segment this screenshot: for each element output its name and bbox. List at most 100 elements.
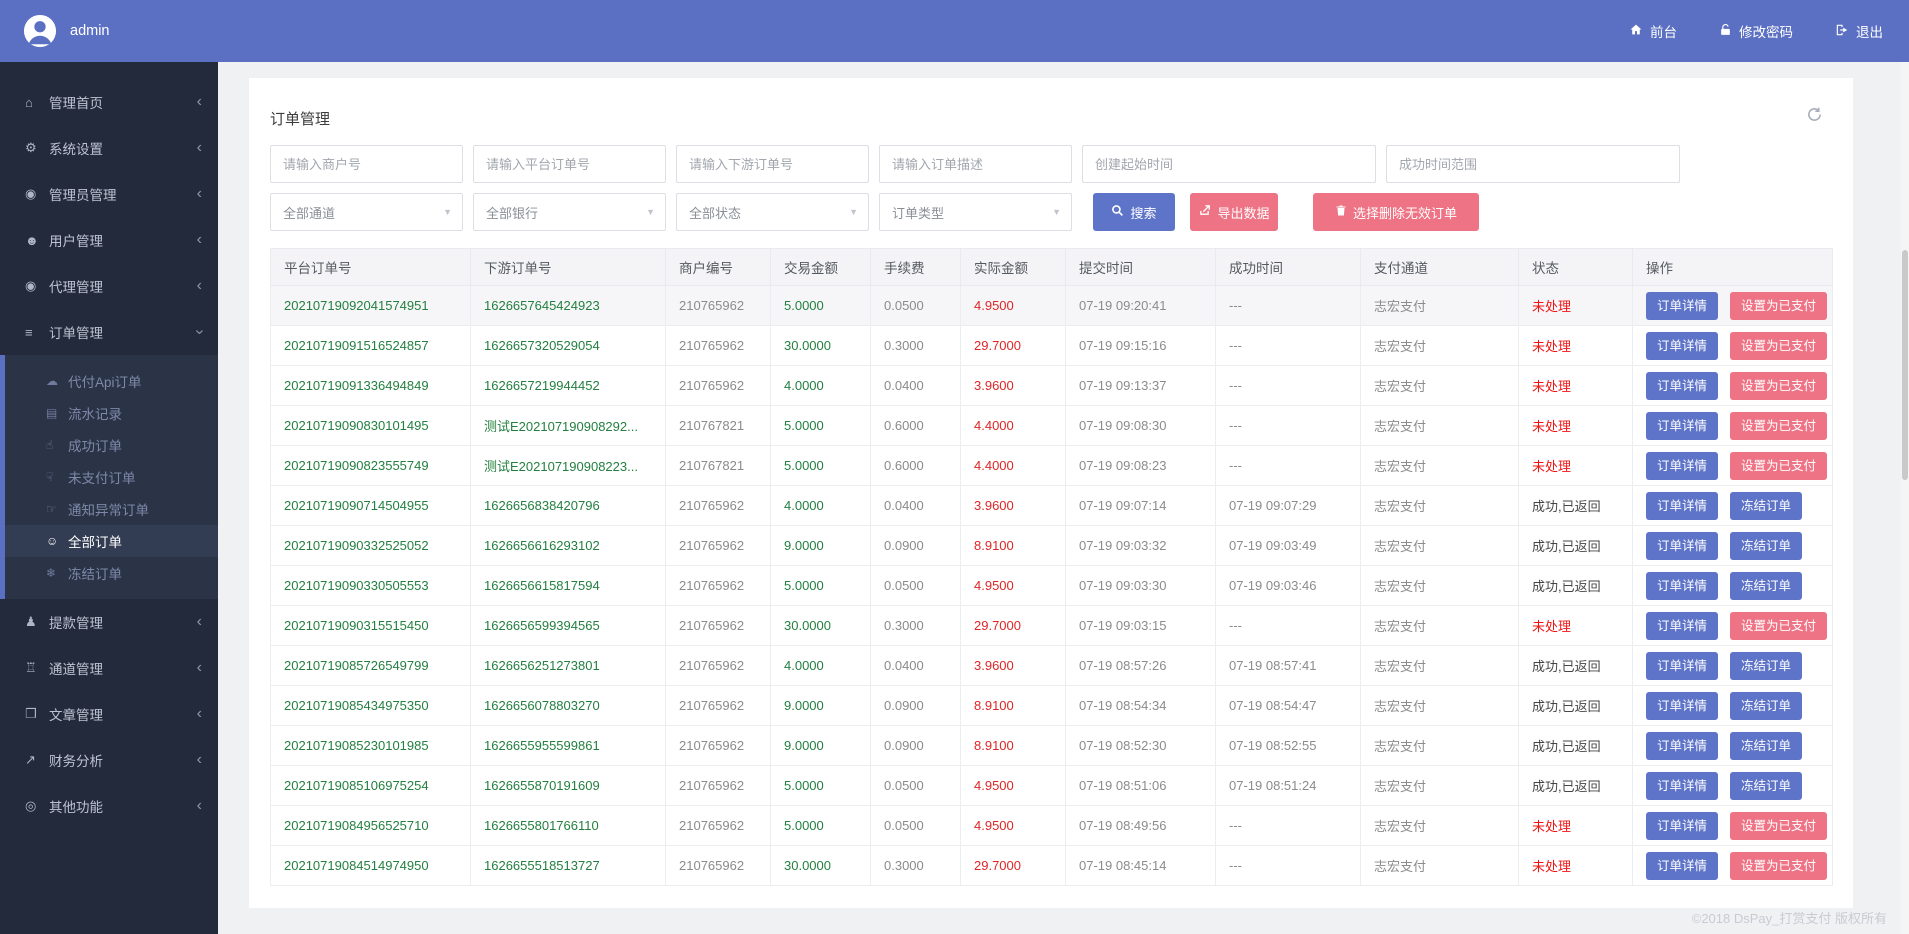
freeze-order-button[interactable]: 冻结订单 (1730, 572, 1802, 600)
platform-order-no: 20210719091516524857 (271, 326, 471, 366)
freeze-order-button[interactable]: 冻结订单 (1730, 692, 1802, 720)
freeze-order-button[interactable]: 冻结订单 (1730, 772, 1802, 800)
row-actions: 订单详情冻结订单 (1633, 766, 1833, 806)
sidebar-item-admin-management[interactable]: ◉管理员管理‹ (0, 171, 218, 217)
freeze-order-button[interactable]: 冻结订单 (1730, 732, 1802, 760)
merchant-no-input[interactable] (270, 145, 463, 183)
scrollbar-thumb[interactable] (1902, 250, 1908, 480)
fee: 0.3000 (871, 606, 961, 646)
sidebar-item-system-settings[interactable]: ⚙系统设置‹ (0, 125, 218, 171)
chevron-left-icon: ‹ (197, 706, 202, 722)
downstream-order-no: 1626656599394565 (471, 606, 666, 646)
payment-channel: 志宏支付 (1361, 726, 1519, 766)
merchant-no: 210765962 (666, 326, 771, 366)
order-detail-button[interactable]: 订单详情 (1646, 452, 1718, 480)
order-detail-button[interactable]: 订单详情 (1646, 492, 1718, 520)
filter-selects-row: 全部通道▼ 全部银行▼ 全部状态▼ 订单类型▼ 搜索 导出数据 选择删除无效订单 (270, 193, 1832, 231)
order-detail-button[interactable]: 订单详情 (1646, 332, 1718, 360)
row-actions: 订单详情设置为已支付 (1633, 406, 1833, 446)
channel-select[interactable]: 全部通道▼ (270, 193, 463, 231)
order-detail-button[interactable]: 订单详情 (1646, 652, 1718, 680)
submenu-item-all-orders[interactable]: ☺全部订单 (5, 525, 218, 557)
delete-invalid-orders-button[interactable]: 选择删除无效订单 (1313, 193, 1479, 231)
set-paid-button[interactable]: 设置为已支付 (1730, 852, 1827, 880)
create-start-time-input[interactable] (1082, 145, 1376, 183)
topnav-logout[interactable]: 退出 (1835, 21, 1883, 41)
set-paid-button[interactable]: 设置为已支付 (1730, 332, 1827, 360)
search-button[interactable]: 搜索 (1093, 193, 1175, 231)
freeze-order-button[interactable]: 冻结订单 (1730, 532, 1802, 560)
platform-order-no: 20210719085726549799 (271, 646, 471, 686)
sidebar-menu: ⌂管理首页‹⚙系统设置‹◉管理员管理‹☻用户管理‹◉代理管理‹≡订单管理‹ ☁代付… (0, 62, 218, 829)
freeze-order-button[interactable]: 冻结订单 (1730, 492, 1802, 520)
transaction-amount: 5.0000 (771, 286, 871, 326)
sidebar-item-user-management[interactable]: ☻用户管理‹ (0, 217, 218, 263)
set-paid-button[interactable]: 设置为已支付 (1730, 292, 1827, 320)
export-data-button[interactable]: 导出数据 (1190, 193, 1278, 231)
row-actions: 订单详情冻结订单 (1633, 526, 1833, 566)
order-detail-button[interactable]: 订单详情 (1646, 572, 1718, 600)
row-actions: 订单详情设置为已支付 (1633, 846, 1833, 886)
platform-order-no-input[interactable] (473, 145, 666, 183)
avatar[interactable] (23, 14, 57, 48)
order-detail-button[interactable]: 订单详情 (1646, 412, 1718, 440)
logged-in-user: admin (70, 23, 110, 39)
other-icon: ◎ (25, 798, 49, 814)
submenu-item-frozen-orders[interactable]: ❄冻结订单 (5, 557, 218, 589)
merchant-no: 210765962 (666, 486, 771, 526)
actual-amount: 3.9600 (961, 646, 1066, 686)
refresh-icon[interactable] (1806, 106, 1823, 128)
submenu-item-unpaid-orders[interactable]: ☟未支付订单 (5, 461, 218, 493)
column-header: 提交时间 (1066, 249, 1216, 286)
order-detail-button[interactable]: 订单详情 (1646, 812, 1718, 840)
actual-amount: 4.9500 (961, 766, 1066, 806)
chevron-left-icon: ‹ (197, 660, 202, 676)
sidebar: ⌂管理首页‹⚙系统设置‹◉管理员管理‹☻用户管理‹◉代理管理‹≡订单管理‹ ☁代付… (0, 62, 218, 934)
submenu-item-api-payout-orders[interactable]: ☁代付Api订单 (5, 365, 218, 397)
order-detail-button[interactable]: 订单详情 (1646, 692, 1718, 720)
caret-down-icon: ▼ (1052, 207, 1061, 217)
success-time-range-input[interactable] (1386, 145, 1680, 183)
downstream-order-no: 1626655801766110 (471, 806, 666, 846)
order-detail-button[interactable]: 订单详情 (1646, 292, 1718, 320)
order-detail-button[interactable]: 订单详情 (1646, 772, 1718, 800)
set-paid-button[interactable]: 设置为已支付 (1730, 612, 1827, 640)
set-paid-button[interactable]: 设置为已支付 (1730, 452, 1827, 480)
set-paid-button[interactable]: 设置为已支付 (1730, 372, 1827, 400)
platform-order-no: 20210719091336494849 (271, 366, 471, 406)
set-paid-button[interactable]: 设置为已支付 (1730, 412, 1827, 440)
vertical-scrollbar[interactable] (1901, 62, 1909, 934)
submit-time: 07-19 08:49:56 (1066, 806, 1216, 846)
content-area: 订单管理 全部通道▼ 全部银行▼ 全部状态▼ 订单类型▼ 搜索 导出数据 选择删除无效… (218, 62, 1909, 934)
order-detail-button[interactable]: 订单详情 (1646, 372, 1718, 400)
order-detail-button[interactable]: 订单详情 (1646, 532, 1718, 560)
order-detail-button[interactable]: 订单详情 (1646, 852, 1718, 880)
order-type-select[interactable]: 订单类型▼ (879, 193, 1072, 231)
success-time: --- (1216, 806, 1361, 846)
sidebar-item-dashboard[interactable]: ⌂管理首页‹ (0, 79, 218, 125)
sidebar-item-channel-management[interactable]: ♖通道管理‹ (0, 645, 218, 691)
submenu-item-notify-abnormal-orders[interactable]: ☞通知异常订单 (5, 493, 218, 525)
status-select[interactable]: 全部状态▼ (676, 193, 869, 231)
bank-select[interactable]: 全部银行▼ (473, 193, 666, 231)
sidebar-item-withdraw-management[interactable]: ♟提款管理‹ (0, 599, 218, 645)
topnav-frontend[interactable]: 前台 (1629, 21, 1677, 41)
order-desc-input[interactable] (879, 145, 1072, 183)
freeze-order-button[interactable]: 冻结订单 (1730, 652, 1802, 680)
submenu-item-transaction-records[interactable]: ▤流水记录 (5, 397, 218, 429)
order-detail-button[interactable]: 订单详情 (1646, 612, 1718, 640)
topnav-change-password[interactable]: 修改密码 (1719, 21, 1793, 41)
downstream-order-no-input[interactable] (676, 145, 869, 183)
status-badge: 成功,已返回 (1519, 646, 1633, 686)
set-paid-button[interactable]: 设置为已支付 (1730, 812, 1827, 840)
order-detail-button[interactable]: 订单详情 (1646, 732, 1718, 760)
platform-order-no: 20210719090823555749 (271, 446, 471, 486)
submenu-item-success-orders[interactable]: ☝成功订单 (5, 429, 218, 461)
sidebar-item-article-management[interactable]: ❒文章管理‹ (0, 691, 218, 737)
sidebar-item-finance-analysis[interactable]: ↗财务分析‹ (0, 737, 218, 783)
sidebar-item-other-functions[interactable]: ◎其他功能‹ (0, 783, 218, 829)
success-time: 07-19 08:51:24 (1216, 766, 1361, 806)
sidebar-item-agent-management[interactable]: ◉代理管理‹ (0, 263, 218, 309)
sidebar-item-order-management[interactable]: ≡订单管理‹ (0, 309, 218, 355)
page-title: 订单管理 (270, 78, 1832, 129)
